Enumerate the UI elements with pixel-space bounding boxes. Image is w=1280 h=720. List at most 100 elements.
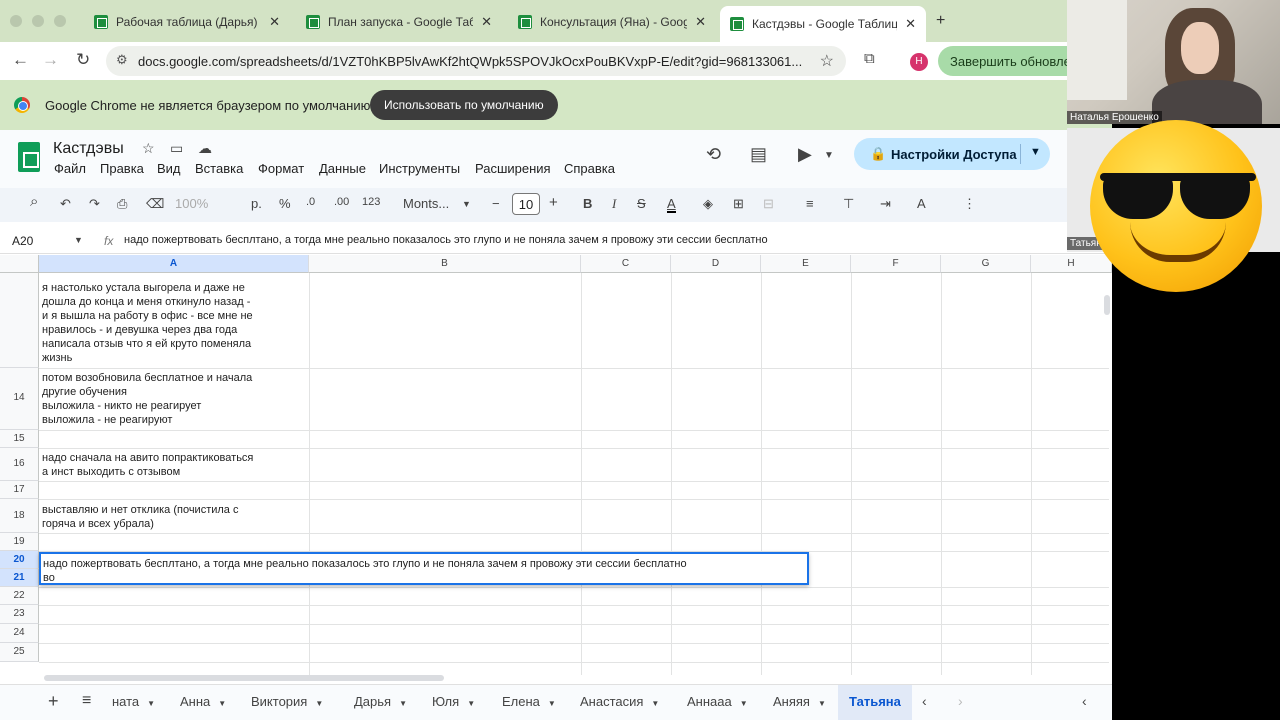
number-format-button[interactable]: 123: [362, 196, 380, 208]
address-bar[interactable]: ⚙ docs.google.com/spreadsheets/d/1VZT0hK…: [106, 46, 846, 76]
strikethrough-icon[interactable]: S: [637, 196, 646, 211]
cell-a18[interactable]: выставляю и нет отклика (почистила с гор…: [42, 503, 304, 531]
close-window-button[interactable]: [10, 15, 22, 27]
document-title[interactable]: Кастдэвы: [53, 140, 124, 158]
chevron-down-icon[interactable]: ▼: [399, 699, 407, 708]
sheet-tab[interactable]: Аннааа ▼: [687, 694, 748, 709]
column-header-d[interactable]: D: [671, 255, 761, 273]
all-sheets-icon[interactable]: ≡: [82, 692, 91, 710]
sheet-tab[interactable]: ната ▼: [112, 694, 155, 709]
horizontal-scrollbar[interactable]: [44, 675, 1104, 681]
menu-view[interactable]: Вид: [157, 161, 181, 176]
column-header-e[interactable]: E: [761, 255, 851, 273]
row-header[interactable]: 15: [0, 430, 39, 448]
forward-arrow-icon[interactable]: →: [42, 50, 59, 70]
row-header[interactable]: [0, 273, 39, 368]
scroll-tabs-right-icon[interactable]: ›: [958, 693, 963, 709]
row-header[interactable]: 24: [0, 624, 39, 643]
menu-data[interactable]: Данные: [319, 161, 366, 176]
decrease-decimal-button[interactable]: .0: [306, 196, 315, 208]
profile-avatar[interactable]: Н: [910, 53, 928, 71]
share-button[interactable]: 🔒 Настройки Доступа ▼: [854, 138, 1050, 170]
bookmark-star-icon[interactable]: ☆: [820, 51, 834, 71]
back-arrow-icon[interactable]: ←: [12, 50, 29, 70]
move-folder-icon[interactable]: ▭: [170, 140, 183, 157]
cell-a14[interactable]: потом возобновила бесплатное и начала др…: [42, 371, 304, 427]
column-header-c[interactable]: C: [581, 255, 671, 273]
extensions-icon[interactable]: ⧉: [864, 50, 875, 67]
formula-input[interactable]: надо пожертвовать бесплтано, а тогда мне…: [124, 234, 768, 246]
chevron-down-icon[interactable]: ▼: [218, 699, 226, 708]
browser-tab-2[interactable]: План запуска - Google Табл ✕: [296, 8, 502, 36]
borders-icon[interactable]: ⊞: [733, 196, 744, 212]
row-header[interactable]: 18: [0, 499, 39, 533]
decrease-font-size-icon[interactable]: −: [492, 196, 500, 211]
menu-extensions[interactable]: Расширения: [475, 161, 551, 176]
chevron-down-icon[interactable]: ▼: [1030, 146, 1041, 158]
italic-button[interactable]: I: [612, 196, 616, 212]
select-all-corner[interactable]: [0, 255, 39, 273]
row-header[interactable]: 23: [0, 605, 39, 624]
cell-a13[interactable]: я настолько устала выгорела и даже не до…: [42, 281, 304, 365]
column-header-g[interactable]: G: [941, 255, 1031, 273]
chevron-down-icon[interactable]: ▼: [467, 699, 475, 708]
browser-tab-4-active[interactable]: Кастдэвы - Google Таблицы ✕: [720, 6, 926, 42]
merge-cells-icon[interactable]: ⊟: [763, 196, 774, 212]
increase-font-size-icon[interactable]: +: [549, 194, 558, 211]
font-size-input[interactable]: 10: [512, 193, 540, 215]
scrollbar-thumb[interactable]: [44, 675, 444, 681]
cloud-status-icon[interactable]: ☁: [198, 140, 212, 157]
minimize-window-button[interactable]: [32, 15, 44, 27]
redo-icon[interactable]: ↷: [89, 196, 100, 212]
row-header-selected[interactable]: 20: [0, 551, 39, 569]
bold-button[interactable]: B: [583, 196, 592, 211]
fill-color-icon[interactable]: ◈: [703, 196, 713, 212]
comments-icon[interactable]: ▤: [750, 144, 767, 165]
print-icon[interactable]: ⎙: [117, 196, 127, 212]
column-header-h[interactable]: H: [1031, 255, 1112, 273]
percent-format-button[interactable]: %: [279, 196, 291, 211]
row-header[interactable]: 17: [0, 481, 39, 499]
text-wrapping-icon[interactable]: ⇥: [880, 196, 891, 212]
maximize-window-button[interactable]: [54, 15, 66, 27]
menu-help[interactable]: Справка: [564, 161, 615, 176]
star-icon[interactable]: ☆: [142, 140, 155, 157]
undo-icon[interactable]: ↶: [60, 196, 71, 212]
chevron-down-icon[interactable]: ▼: [740, 699, 748, 708]
history-icon[interactable]: ⟲: [706, 144, 721, 165]
row-header[interactable]: 25: [0, 643, 39, 662]
browser-tab-3[interactable]: Консультация (Яна) - Goog ✕: [508, 8, 716, 36]
explore-collapse-icon[interactable]: ‹: [1082, 693, 1087, 709]
sheet-tab[interactable]: Виктория ▼: [251, 694, 323, 709]
reload-icon[interactable]: ↻: [76, 50, 90, 70]
more-options-icon[interactable]: ⋮: [963, 196, 976, 212]
sheet-tab[interactable]: Анастасия ▼: [580, 694, 659, 709]
align-vertical-icon[interactable]: ⊤: [843, 196, 854, 212]
add-sheet-button[interactable]: +: [48, 691, 59, 712]
sheet-tab-active[interactable]: Татьяна: [849, 694, 901, 709]
browser-tab-1[interactable]: Рабочая таблица (Дарья) - G ✕: [84, 8, 290, 36]
sheet-tab[interactable]: Юля ▼: [432, 694, 475, 709]
paint-format-icon[interactable]: ⌫: [146, 196, 164, 212]
name-box[interactable]: A20: [12, 234, 33, 248]
sheet-tab[interactable]: Анна ▼: [180, 694, 226, 709]
site-info-icon[interactable]: ⚙: [116, 52, 128, 68]
sheets-logo-icon[interactable]: [18, 142, 40, 172]
chevron-down-icon[interactable]: ▼: [462, 199, 471, 209]
chevron-down-icon[interactable]: ▼: [147, 699, 155, 708]
sheet-tab[interactable]: Аняяя ▼: [773, 694, 826, 709]
currency-format-button[interactable]: р.: [251, 196, 262, 211]
column-header-a[interactable]: A: [39, 255, 309, 273]
chevron-down-icon[interactable]: ▼: [818, 699, 826, 708]
cell-a16[interactable]: надо сначала на авито попрактиковаться а…: [42, 451, 304, 479]
vertical-scrollbar[interactable]: [1104, 295, 1110, 315]
close-icon[interactable]: ✕: [269, 14, 280, 30]
menu-edit[interactable]: Правка: [100, 161, 144, 176]
scroll-tabs-left-icon[interactable]: ‹: [922, 693, 927, 709]
chevron-down-icon[interactable]: ▼: [74, 235, 83, 245]
chevron-down-icon[interactable]: ▼: [548, 699, 556, 708]
row-header-selected[interactable]: 21: [0, 569, 39, 587]
search-icon[interactable]: ⌕: [30, 193, 38, 210]
chevron-down-icon[interactable]: ▼: [315, 699, 323, 708]
font-family-select[interactable]: Monts...: [403, 196, 449, 211]
